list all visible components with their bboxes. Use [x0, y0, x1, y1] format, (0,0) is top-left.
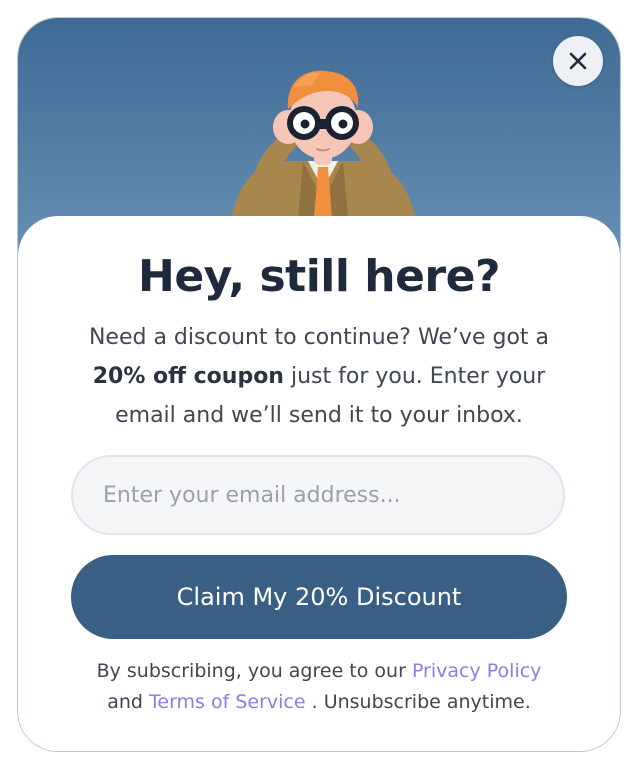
email-input[interactable]: [71, 455, 565, 535]
modal-description: Need a discount to continue? We’ve got a…: [62, 318, 576, 435]
coupon-highlight: 20% off coupon: [92, 364, 284, 389]
close-icon: [569, 52, 587, 70]
terms-of-service-link[interactable]: Terms of Service: [149, 691, 306, 713]
legal-notice: By subscribing, you agree to our Privacy…: [58, 656, 580, 718]
legal-suffix: . Unsubscribe anytime.: [305, 691, 531, 713]
modal-title: Hey, still here?: [138, 251, 500, 302]
claim-discount-button[interactable]: Claim My 20% Discount: [71, 555, 567, 639]
privacy-policy-link[interactable]: Privacy Policy: [412, 660, 541, 682]
legal-prefix: By subscribing, you agree to our: [96, 660, 412, 682]
legal-conjunction: and: [107, 691, 149, 713]
description-text: Need a discount to continue? We’ve got a: [88, 325, 550, 350]
discount-modal: Hey, still here? Need a discount to cont…: [18, 18, 620, 751]
person-with-binoculars-icon: [228, 70, 420, 241]
close-button[interactable]: [553, 36, 603, 86]
